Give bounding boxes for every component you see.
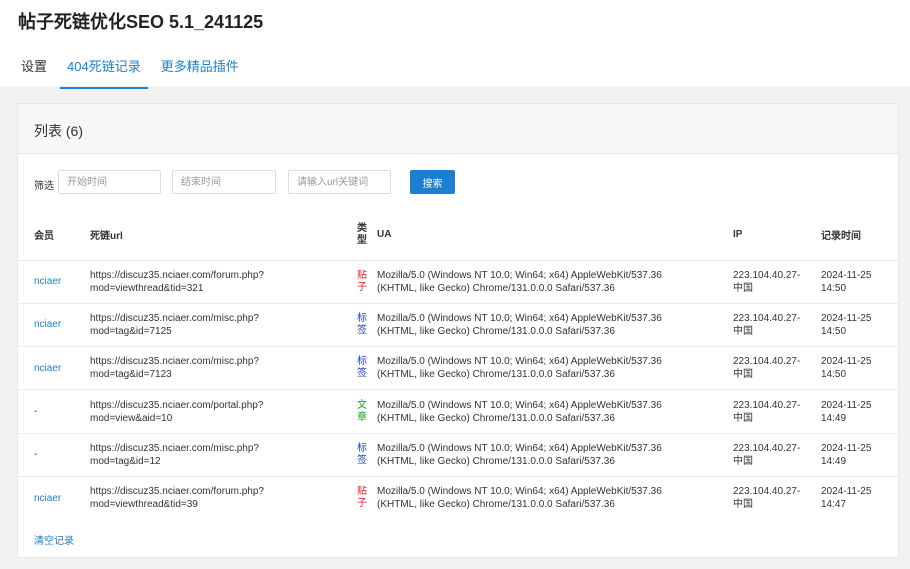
type-line1: 贴: [357, 269, 367, 281]
date: 2024-11-25: [821, 312, 872, 324]
type-line2: 签: [357, 368, 367, 380]
time: 14:49: [821, 412, 847, 424]
ua-line2: (KHTML, like Gecko) Chrome/131.0.0.0 Saf…: [377, 325, 615, 337]
member-link[interactable]: nciaer: [34, 276, 61, 287]
type-line1: 标: [357, 312, 367, 324]
ip-line1: 223.104.40.27-: [733, 486, 801, 498]
page-title: 帖子死链优化SEO 5.1_241125: [18, 12, 264, 32]
ip-line1: 223.104.40.27-: [733, 399, 801, 411]
filter-label: 筛选: [34, 181, 54, 192]
ua-line1: Mozilla/5.0 (Windows NT 10.0; Win64; x64…: [377, 399, 662, 411]
ip-line1: 223.104.40.27-: [733, 269, 801, 281]
type-line1: 文: [357, 399, 367, 411]
col-time: 记录时间: [821, 231, 861, 243]
clear-records-link[interactable]: 清空记录: [34, 532, 74, 547]
url-line2: mod=viewthread&tid=39: [90, 499, 198, 511]
date: 2024-11-25: [821, 486, 872, 498]
type-line2: 章: [357, 411, 367, 423]
dead-link-table: 会员 死链url 类型 UA IP 记录时间 nciaer https://di…: [18, 210, 898, 520]
ua-line1: Mozilla/5.0 (Windows NT 10.0; Win64; x64…: [377, 269, 662, 281]
type-line2: 子: [357, 498, 367, 510]
ua-line1: Mozilla/5.0 (Windows NT 10.0; Win64; x64…: [377, 356, 662, 368]
ua-line1: Mozilla/5.0 (Windows NT 10.0; Win64; x64…: [377, 486, 662, 498]
ip-line2: 中国: [733, 455, 753, 467]
list-panel: 列表 (6) 筛选 搜索 会员 死链url 类型 UA IP 记录时间 ncia…: [17, 103, 899, 558]
ip-line2: 中国: [733, 325, 753, 337]
table-row: nciaer https://discuz35.nciaer.com/forum…: [18, 259, 898, 304]
date: 2024-11-25: [821, 442, 872, 454]
url-line1: https://discuz35.nciaer.com/portal.php?: [90, 399, 264, 411]
table-row: nciaer https://discuz35.nciaer.com/misc.…: [18, 302, 898, 347]
col-member: 会员: [34, 231, 54, 243]
time: 14:50: [821, 325, 847, 337]
ua-line2: (KHTML, like Gecko) Chrome/131.0.0.0 Saf…: [377, 369, 615, 381]
type-line2: 签: [357, 324, 367, 336]
member-empty: -: [34, 449, 38, 461]
tab-more-plugins[interactable]: 更多精品插件: [154, 54, 246, 89]
type-line1: 标: [357, 442, 367, 454]
panel-title: 列表 (6): [18, 104, 898, 154]
table-row: nciaer https://discuz35.nciaer.com/misc.…: [18, 346, 898, 390]
ip-line2: 中国: [733, 282, 753, 294]
member-link[interactable]: nciaer: [34, 493, 61, 504]
url-line2: mod=tag&id=7125: [90, 325, 172, 337]
col-ip: IP: [733, 229, 743, 241]
ip-line1: 223.104.40.27-: [733, 442, 801, 454]
type-line2: 子: [357, 281, 367, 293]
time: 14:49: [821, 455, 847, 467]
url-line2: mod=view&aid=10: [90, 412, 173, 424]
url-line1: https://discuz35.nciaer.com/forum.php?: [90, 486, 264, 498]
url-line1: https://discuz35.nciaer.com/misc.php?: [90, 312, 259, 324]
tab-404-records[interactable]: 404死链记录: [60, 54, 148, 89]
time: 14:47: [821, 499, 847, 511]
end-time-input[interactable]: [172, 170, 276, 194]
type-line2: 签: [357, 454, 367, 466]
table-header-row: 会员 死链url 类型 UA IP 记录时间: [18, 210, 898, 260]
tab-settings[interactable]: 设置: [14, 54, 54, 89]
time: 14:50: [821, 369, 847, 381]
start-time-input[interactable]: [58, 170, 161, 194]
col-type-line1: 类: [357, 222, 367, 234]
ua-line1: Mozilla/5.0 (Windows NT 10.0; Win64; x64…: [377, 312, 662, 324]
url-line2: mod=tag&id=12: [90, 455, 161, 467]
col-type: 类型: [357, 210, 377, 260]
url-line1: https://discuz35.nciaer.com/misc.php?: [90, 356, 259, 368]
search-button[interactable]: 搜索: [410, 170, 455, 194]
table-row: - https://discuz35.nciaer.com/portal.php…: [18, 389, 898, 434]
ip-line2: 中国: [733, 412, 753, 424]
url-line2: mod=tag&id=7123: [90, 369, 172, 381]
url-line1: https://discuz35.nciaer.com/forum.php?: [90, 269, 264, 281]
url-line1: https://discuz35.nciaer.com/misc.php?: [90, 442, 259, 454]
member-link[interactable]: nciaer: [34, 319, 61, 330]
time: 14:50: [821, 282, 847, 294]
ua-line2: (KHTML, like Gecko) Chrome/131.0.0.0 Saf…: [377, 455, 615, 467]
date: 2024-11-25: [821, 399, 872, 411]
ua-line2: (KHTML, like Gecko) Chrome/131.0.0.0 Saf…: [377, 412, 615, 424]
ip-line1: 223.104.40.27-: [733, 312, 801, 324]
ua-line1: Mozilla/5.0 (Windows NT 10.0; Win64; x64…: [377, 442, 662, 454]
type-line1: 标: [357, 356, 367, 368]
page-header: 帖子死链优化SEO 5.1_241125 设置 404死链记录 更多精品插件: [0, 0, 910, 89]
tab-bar: 设置 404死链记录 更多精品插件: [14, 54, 252, 89]
ua-line2: (KHTML, like Gecko) Chrome/131.0.0.0 Saf…: [377, 499, 615, 511]
ip-line1: 223.104.40.27-: [733, 356, 801, 368]
ip-line2: 中国: [733, 499, 753, 511]
member-link[interactable]: nciaer: [34, 363, 61, 374]
url-line2: mod=viewthread&tid=321: [90, 282, 204, 294]
type-line1: 贴: [357, 486, 367, 498]
date: 2024-11-25: [821, 356, 872, 368]
filter-bar: 筛选 搜索: [18, 154, 898, 210]
date: 2024-11-25: [821, 269, 872, 281]
ua-line2: (KHTML, like Gecko) Chrome/131.0.0.0 Saf…: [377, 282, 615, 294]
member-empty: -: [34, 406, 38, 418]
url-keyword-input[interactable]: [288, 170, 391, 194]
ip-line2: 中国: [733, 369, 753, 381]
col-url: 死链url: [90, 231, 123, 243]
table-row: nciaer https://discuz35.nciaer.com/forum…: [18, 475, 898, 520]
col-type-line2: 型: [357, 234, 367, 246]
col-ua: UA: [377, 229, 392, 241]
table-row: - https://discuz35.nciaer.com/misc.php? m…: [18, 432, 898, 477]
